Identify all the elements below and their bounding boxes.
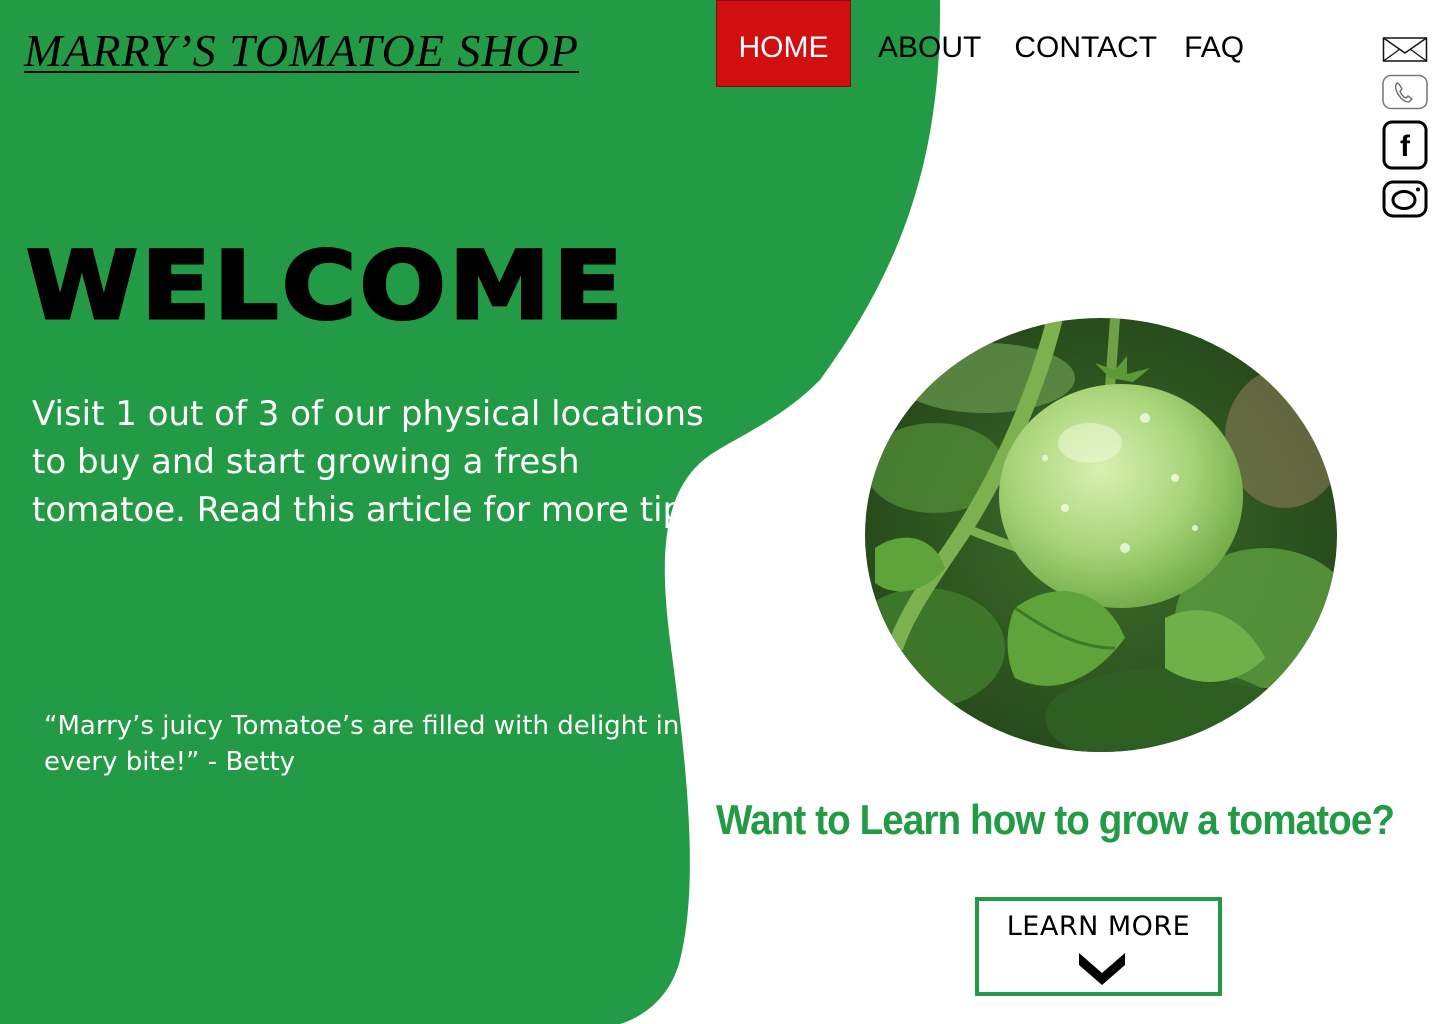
testimonial-quote: “Marry’s juicy Tomatoe’s are filled with… (44, 711, 680, 777)
facebook-glyph: f (1400, 130, 1411, 163)
nav-faq[interactable]: FAQ (1184, 0, 1244, 87)
cta-heading: Want to Learn how to grow a tomatoe? (716, 796, 1395, 843)
phone-icon[interactable] (1382, 74, 1428, 110)
facebook-icon[interactable]: f (1382, 120, 1428, 170)
learn-more-label: LEARN MORE (1006, 911, 1191, 942)
hero-title: WELCOME (24, 231, 626, 343)
learn-more-button[interactable]: LEARN MORE (975, 897, 1222, 996)
mail-icon[interactable] (1382, 34, 1428, 64)
nav-contact[interactable]: CONTACT (1014, 0, 1157, 87)
chevron-down-icon (1079, 953, 1125, 985)
tomato-photo (865, 318, 1337, 752)
instagram-icon[interactable] (1382, 180, 1428, 218)
hero-intro-text: Visit 1 out of 3 of our physical locatio… (32, 394, 713, 530)
main-nav: HOME ABOUT CONTACT FAQ (716, 0, 1244, 87)
nav-about[interactable]: ABOUT (878, 0, 981, 87)
nav-home[interactable]: HOME (716, 0, 851, 87)
site-logo[interactable]: MARRY’S TOMATOE SHOP (24, 25, 579, 77)
